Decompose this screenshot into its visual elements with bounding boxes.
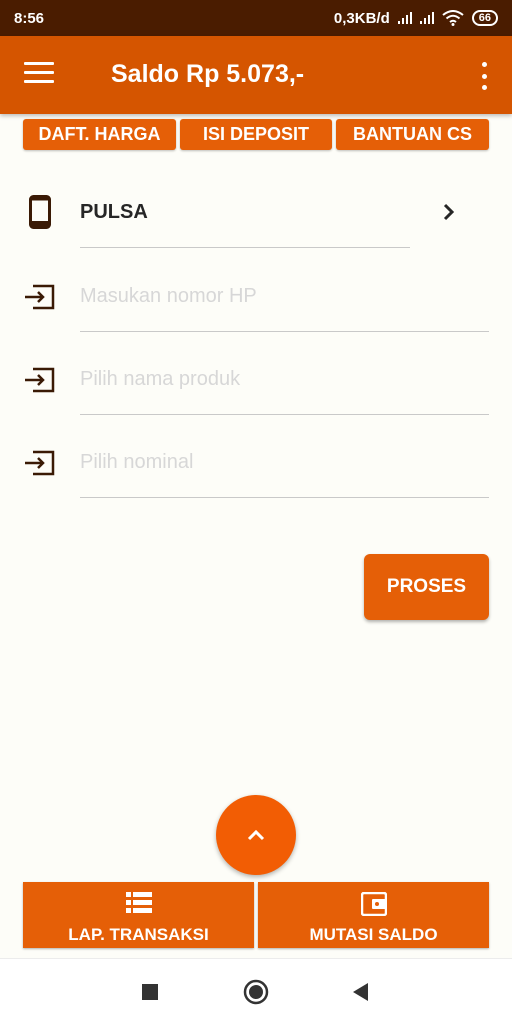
daftar-harga-button[interactable]: DAFT. HARGA (23, 119, 176, 150)
chevron-up-icon (247, 829, 265, 841)
wifi-icon (442, 10, 464, 26)
phone-number-input[interactable]: Masukan nomor HP (80, 285, 257, 308)
recent-apps-icon[interactable] (141, 983, 159, 1001)
back-icon[interactable] (351, 982, 369, 1002)
signal-2-icon (419, 12, 434, 24)
system-nav-bar (0, 958, 512, 1024)
nominal-field-underline (80, 497, 489, 498)
scroll-up-button[interactable] (216, 795, 296, 875)
status-time: 8:56 (14, 9, 45, 27)
category-divider (80, 247, 410, 248)
signal-icon (397, 12, 412, 24)
mutasi-saldo-label: MUTASI SALDO (309, 925, 438, 944)
app-bar: Saldo Rp 5.073,- (0, 36, 512, 114)
hamburger-menu-icon[interactable] (24, 62, 54, 88)
battery-icon: 66 (471, 10, 498, 26)
status-icons: 0,3KB/d 66 (334, 10, 498, 27)
product-field-underline (80, 414, 489, 415)
chevron-right-icon (443, 203, 455, 221)
home-icon[interactable] (243, 979, 269, 1005)
nominal-input[interactable]: Pilih nominal (80, 451, 193, 474)
list-icon (125, 892, 152, 913)
input-arrow-icon (25, 450, 55, 476)
product-name-input[interactable]: Pilih nama produk (80, 368, 240, 391)
input-arrow-icon (25, 367, 55, 393)
phone-field-underline (80, 331, 489, 332)
isi-deposit-button[interactable]: ISI DEPOSIT (180, 119, 332, 150)
bantuan-cs-button[interactable]: BANTUAN CS (336, 119, 489, 150)
category-label: PULSA (80, 201, 148, 223)
more-vert-icon[interactable] (478, 62, 490, 90)
network-speed: 0,3KB/d (333, 9, 390, 27)
lap-transaksi-button[interactable]: LAP. TRANSAKSI (23, 882, 254, 948)
wallet-icon (360, 892, 387, 916)
proses-button[interactable]: PROSES (364, 554, 489, 620)
status-bar: 8:56 0,3KB/d 66 (0, 0, 512, 36)
lap-transaksi-label: LAP. TRANSAKSI (68, 925, 209, 944)
smartphone-icon (29, 195, 51, 229)
mutasi-saldo-button[interactable]: MUTASI SALDO (258, 882, 489, 948)
page-title: Saldo Rp 5.073,- (111, 60, 305, 88)
input-arrow-icon (25, 284, 55, 310)
